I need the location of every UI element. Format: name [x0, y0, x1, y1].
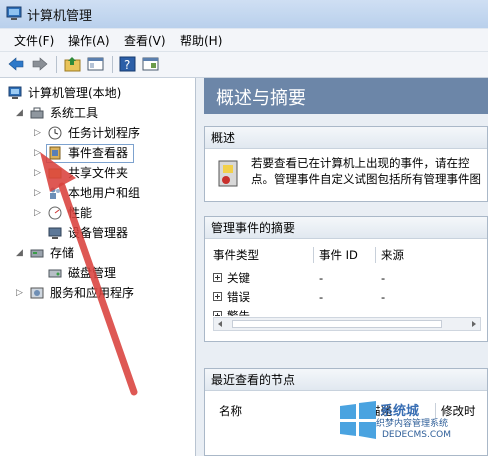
expand-icon[interactable]: ▷ — [34, 204, 44, 222]
tree-item-disk-management[interactable]: 磁盘管理 — [34, 264, 189, 282]
event-id: - — [319, 271, 324, 285]
help-icon[interactable]: ? — [118, 55, 137, 73]
expand-icon[interactable] — [213, 311, 222, 316]
collapse-icon[interactable]: ◢ — [16, 244, 26, 262]
tree-label: 服务和应用程序 — [50, 286, 135, 300]
computer-management-window: 计算机管理 文件(F) 操作(A) 查看(V) 帮助(H) ? 计算机管理(本地… — [0, 0, 488, 456]
event-type: 警告 — [227, 309, 250, 316]
event-source: - — [381, 290, 386, 304]
computer-management-icon — [6, 6, 22, 20]
menu-action[interactable]: 操作(A) — [68, 32, 110, 49]
summary-title[interactable]: 管理事件的摘要 — [205, 217, 487, 239]
tree-item-root[interactable]: 计算机管理(本地) — [6, 84, 191, 102]
back-arrow-icon[interactable] — [7, 55, 26, 73]
storage-icon — [30, 249, 44, 258]
performance-icon — [48, 206, 62, 220]
column-divider[interactable] — [313, 247, 314, 263]
toolbar-separator — [112, 56, 113, 73]
disk-icon — [48, 269, 62, 278]
console-icon[interactable] — [141, 55, 160, 73]
tree-label: 任务计划程序 — [68, 126, 141, 140]
column-header-event-type[interactable]: 事件类型 — [213, 245, 259, 265]
device-manager-icon — [48, 227, 62, 239]
tree-label: 计算机管理(本地) — [28, 86, 122, 100]
watermark-url: DEDECMS.COM — [382, 430, 451, 440]
tree-item-services-apps[interactable]: ▷ 服务和应用程序 — [16, 284, 191, 302]
column-header-source[interactable]: 来源 — [381, 245, 404, 265]
window-title: 计算机管理 — [27, 9, 93, 24]
svg-text:?: ? — [124, 58, 130, 72]
tree-item-event-viewer[interactable]: ▷ 事件查看器 — [34, 144, 134, 163]
tree-label: 设备管理器 — [68, 226, 129, 240]
up-folder-icon[interactable] — [63, 55, 82, 73]
tree-label: 事件查看器 — [68, 146, 129, 160]
expand-icon[interactable]: ▷ — [16, 284, 26, 302]
tree-item-local-users[interactable]: ▷ 本地用户和组 — [34, 184, 189, 202]
page-title: 概述与摘要 — [216, 88, 306, 109]
menu-file[interactable]: 文件(F) — [14, 32, 54, 49]
tree-item-device-manager[interactable]: 设备管理器 — [34, 224, 189, 242]
expand-icon[interactable]: ▷ — [34, 144, 44, 162]
tree-label: 共享文件夹 — [68, 166, 129, 180]
tree-label: 磁盘管理 — [68, 266, 117, 280]
collapse-icon[interactable]: ◢ — [16, 104, 26, 122]
overview-description: 若要查看已在计算机上出现的事件，请在控点。管理事件自定义试图包括所有管理事件图 — [251, 156, 481, 186]
expand-icon[interactable]: ▷ — [34, 184, 44, 202]
event-viewer-icon — [49, 146, 61, 160]
windows-logo-icon — [340, 401, 376, 439]
tree-item-performance[interactable]: ▷ 性能 — [34, 204, 189, 222]
shared-folder-icon — [48, 168, 62, 179]
event-log-icon — [218, 160, 238, 187]
navigation-tree: 计算机管理(本地) ◢ 系统工具 ▷ 任务计划程序 ▷ 事件查看器 ▷ 共享文件… — [0, 78, 196, 456]
overview-panel: 概述 若要查看已在计算机上出现的事件，请在控点。管理事件自定义试图包括所有管理事… — [204, 126, 488, 202]
table-row[interactable]: 警告 — [213, 307, 481, 316]
services-icon — [30, 287, 44, 299]
computer-management-icon — [8, 86, 22, 99]
tree-label: 存储 — [50, 246, 75, 260]
table-row[interactable]: 关键 - - — [213, 269, 481, 287]
users-icon — [50, 187, 60, 199]
tree-item-system-tools[interactable]: ◢ 系统工具 — [16, 104, 191, 122]
event-type: 错误 — [227, 290, 250, 304]
toolbox-icon — [30, 107, 44, 119]
clock-icon — [48, 126, 62, 140]
menu-view[interactable]: 查看(V) — [124, 32, 166, 49]
tree-item-shared-folders[interactable]: ▷ 共享文件夹 — [34, 164, 189, 182]
column-header-event-id[interactable]: 事件 ID — [319, 245, 358, 265]
expand-icon[interactable] — [213, 292, 222, 301]
expand-icon[interactable] — [213, 273, 222, 282]
tree-label: 性能 — [68, 206, 93, 220]
title-bar: 计算机管理 — [0, 0, 488, 28]
show-hide-tree-icon[interactable] — [86, 55, 105, 73]
horizontal-scrollbar[interactable] — [213, 317, 481, 331]
scroll-right-icon[interactable] — [472, 321, 476, 327]
column-divider[interactable] — [375, 247, 376, 263]
scroll-left-icon[interactable] — [218, 321, 222, 327]
watermark: 系统城 织梦内容管理系统 DEDECMS.COM — [336, 386, 486, 456]
expand-icon[interactable]: ▷ — [34, 124, 44, 142]
tree-item-storage[interactable]: ◢ 存储 — [16, 244, 191, 262]
toolbar: ? — [0, 52, 488, 78]
table-row[interactable]: 错误 - - — [213, 288, 481, 306]
tree-label: 本地用户和组 — [68, 186, 141, 200]
summary-panel: 管理事件的摘要 事件类型 事件 ID 来源 关键 - - 错误 - - 警告 — [204, 216, 488, 342]
menu-help[interactable]: 帮助(H) — [180, 32, 222, 49]
overview-title[interactable]: 概述 — [205, 127, 487, 149]
expand-icon[interactable]: ▷ — [34, 164, 44, 182]
scrollbar-thumb[interactable] — [232, 320, 442, 328]
column-header-name[interactable]: 名称 — [219, 401, 242, 421]
event-id: - — [319, 290, 324, 304]
menu-bar: 文件(F) 操作(A) 查看(V) 帮助(H) — [0, 29, 488, 52]
event-type: 关键 — [227, 271, 250, 285]
forward-arrow-icon[interactable] — [30, 55, 49, 73]
page-header: 概述与摘要 — [204, 78, 488, 114]
tree-label: 系统工具 — [50, 106, 99, 120]
event-source: - — [381, 271, 386, 285]
toolbar-separator — [56, 56, 57, 73]
watermark-subtitle: 织梦内容管理系统 — [376, 419, 449, 429]
tree-item-task-scheduler[interactable]: ▷ 任务计划程序 — [34, 124, 189, 142]
